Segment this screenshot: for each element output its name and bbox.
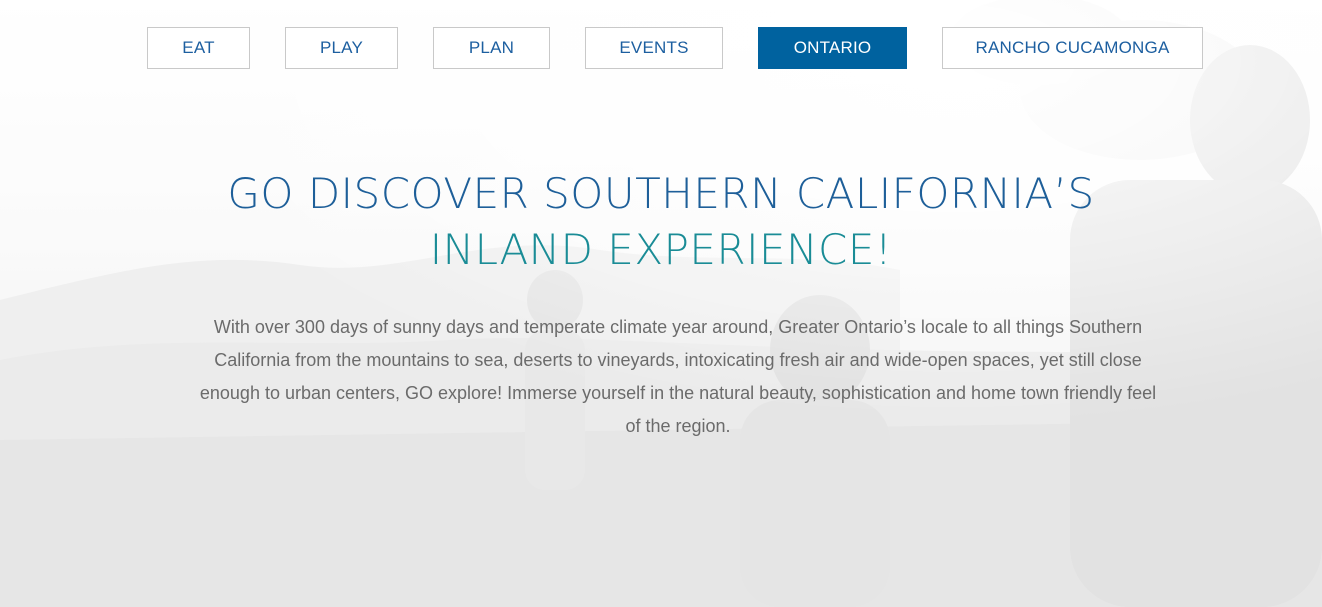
nav-eat-button[interactable]: EAT: [147, 27, 250, 69]
nav-plan-button[interactable]: PLAN: [433, 27, 550, 69]
hero-section: EAT PLAY PLAN EVENTS ONTARIO RANCHO CUCA…: [0, 0, 1322, 607]
hero-description: With over 300 days of sunny days and tem…: [199, 317, 1157, 436]
nav-ontario-button[interactable]: ONTARIO: [758, 27, 907, 69]
hero-headline: GO DISCOVER SOUTHERN CALIFORNIA’S INLAND…: [0, 166, 1322, 278]
top-nav: EAT PLAY PLAN EVENTS ONTARIO RANCHO CUCA…: [0, 27, 1322, 69]
headline-line-1: GO DISCOVER SOUTHERN CALIFORNIA’S: [227, 169, 1095, 218]
nav-rancho-cucamonga-button[interactable]: RANCHO CUCAMONGA: [942, 27, 1203, 69]
headline-line-2: INLAND EXPERIENCE!: [429, 225, 893, 274]
nav-events-button[interactable]: EVENTS: [585, 27, 723, 69]
hero-background-image: [0, 0, 1322, 607]
nav-play-button[interactable]: PLAY: [285, 27, 398, 69]
